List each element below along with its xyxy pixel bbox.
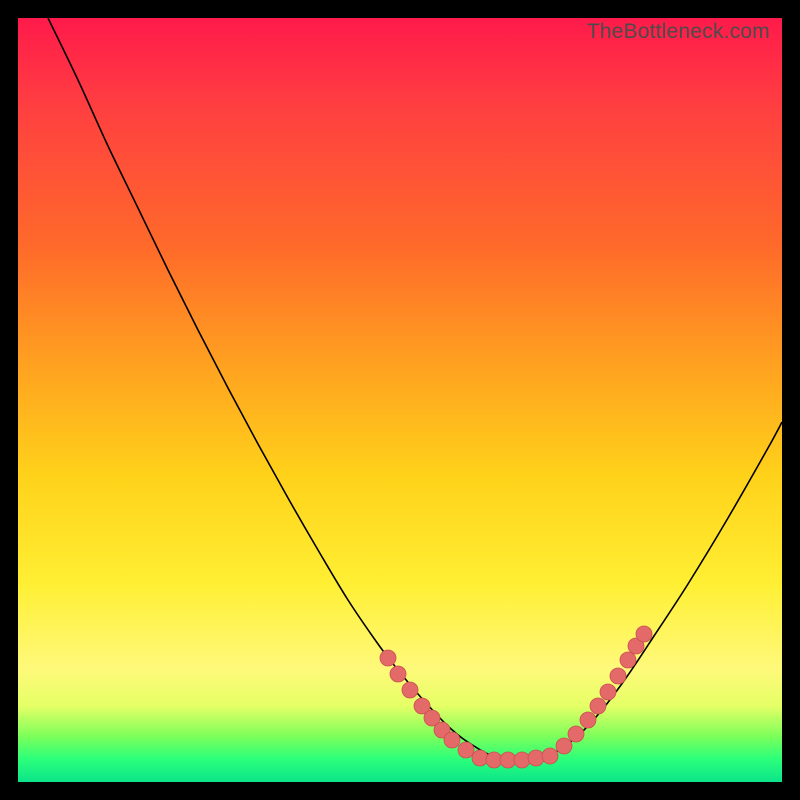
chart-svg — [18, 18, 782, 782]
valley-dot — [620, 652, 636, 668]
valley-dot — [610, 668, 626, 684]
valley-dot — [514, 752, 530, 768]
bottleneck-curve — [48, 18, 782, 760]
valley-dot — [568, 726, 584, 742]
valley-dot — [500, 752, 516, 768]
valley-dot — [458, 742, 474, 758]
valley-dot — [390, 666, 406, 682]
valley-dot — [580, 712, 596, 728]
valley-dot — [444, 732, 460, 748]
valley-dot — [600, 684, 616, 700]
chart-frame: TheBottleneck.com — [14, 14, 786, 786]
plot-area: TheBottleneck.com — [18, 18, 782, 782]
watermark-label: TheBottleneck.com — [587, 20, 770, 44]
valley-dot — [528, 750, 544, 766]
valley-dot — [380, 650, 396, 666]
valley-dot — [636, 626, 652, 642]
valley-dot — [472, 750, 488, 766]
valley-dot — [402, 682, 418, 698]
valley-dot — [556, 738, 572, 754]
valley-dot — [542, 748, 558, 764]
valley-dot — [590, 698, 606, 714]
